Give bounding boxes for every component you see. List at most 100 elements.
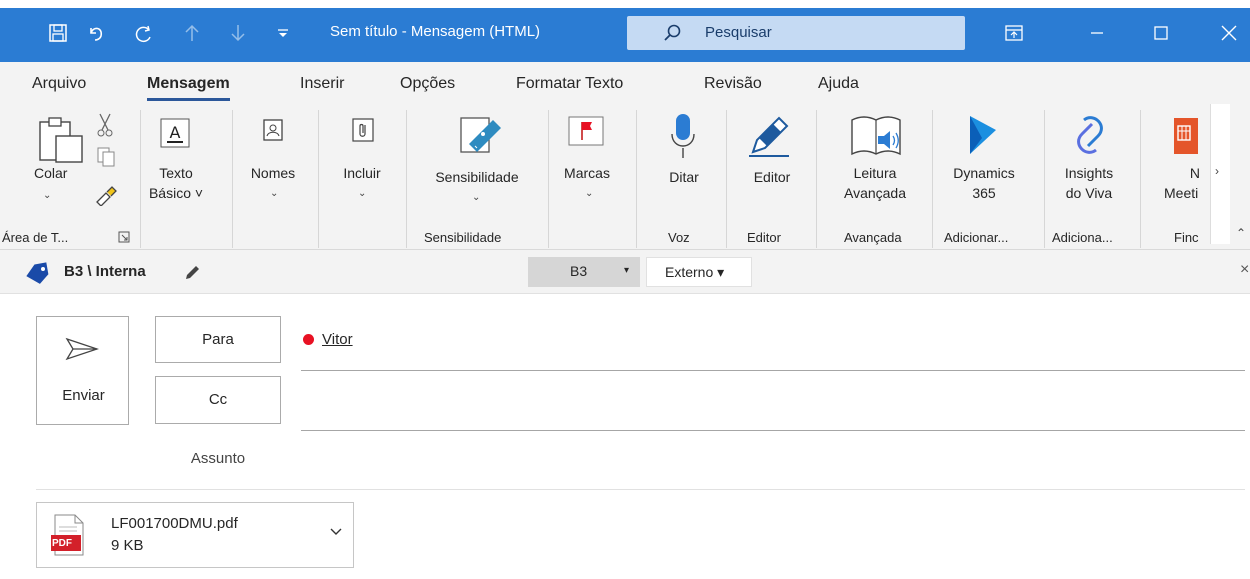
label-dropdown-b3-text: B3 xyxy=(570,263,588,279)
tags-chevron-icon[interactable]: ⌄ xyxy=(585,188,593,199)
names-chevron-icon[interactable]: ⌄ xyxy=(270,188,278,199)
save-icon[interactable] xyxy=(44,18,72,48)
include-button-label[interactable]: Incluir xyxy=(334,164,390,183)
sensitivity-button-label[interactable]: Sensibilidade xyxy=(420,168,534,187)
dynamics-label-2[interactable]: 365 xyxy=(938,184,1030,203)
cc-field-underline[interactable] xyxy=(301,430,1245,431)
ribbon-separator xyxy=(406,110,407,248)
meeting-label-1[interactable]: N xyxy=(1180,164,1200,183)
viva-insights-label-2[interactable]: do Viva xyxy=(1050,184,1128,203)
send-icon xyxy=(65,337,99,361)
cut-icon[interactable] xyxy=(96,112,114,138)
include-chevron-icon[interactable]: ⌄ xyxy=(358,188,366,199)
tags-flag-icon[interactable] xyxy=(568,116,604,146)
ribbon: Colar ⌄ Área de T... A Texto Básico ˅ No… xyxy=(0,104,1250,250)
sensitivity-bar: B3 \ Interna B3 ▾ Externo ▾ × xyxy=(0,250,1250,294)
pdf-badge-text: PDF xyxy=(52,538,72,549)
ribbon-separator xyxy=(548,110,549,248)
paste-icon[interactable] xyxy=(36,112,86,164)
chevron-right-icon: › xyxy=(1215,164,1219,178)
search-icon xyxy=(663,23,683,43)
editor-pen-icon[interactable] xyxy=(745,112,793,160)
group-find: Finc xyxy=(1174,230,1199,245)
group-sensibilidade: Sensibilidade xyxy=(424,230,502,245)
basic-text-label-2[interactable]: Básico ˅ xyxy=(145,184,207,203)
ribbon-separator xyxy=(636,110,637,248)
attachment-name: LF001700DMU.pdf xyxy=(111,515,238,532)
tab-ajuda[interactable]: Ajuda xyxy=(818,75,859,93)
meeting-label-2[interactable]: Meeti xyxy=(1164,184,1204,203)
editor-button-label[interactable]: Editor xyxy=(740,168,804,187)
send-button[interactable]: Enviar xyxy=(36,316,129,425)
ribbon-separator xyxy=(140,110,141,248)
sensitivity-chevron-icon[interactable]: ⌄ xyxy=(472,192,480,203)
ribbon-separator xyxy=(816,110,817,248)
minimize-icon[interactable] xyxy=(1082,18,1112,48)
attachment-menu-chevron-icon[interactable] xyxy=(329,527,343,537)
basic-text-label-1[interactable]: Texto xyxy=(145,164,207,183)
immersive-reader-label-1[interactable]: Leitura xyxy=(820,164,930,183)
meeting-calendar-icon[interactable] xyxy=(1172,116,1198,156)
immersive-reader-icon[interactable] xyxy=(850,114,902,158)
format-painter-icon[interactable] xyxy=(94,184,118,206)
customize-icon[interactable] xyxy=(272,18,294,48)
redo-icon[interactable] xyxy=(130,18,158,48)
search-box[interactable]: Pesquisar xyxy=(627,16,965,50)
ribbon-display-icon[interactable] xyxy=(1002,18,1026,48)
address-book-icon[interactable] xyxy=(262,118,284,142)
viva-insights-label-1[interactable]: Insights xyxy=(1050,164,1128,183)
font-color-icon[interactable]: A xyxy=(160,118,190,148)
svg-text:A: A xyxy=(170,123,181,142)
header-divider xyxy=(36,489,1245,490)
caret-down-icon: ▾ xyxy=(624,265,630,276)
label-dropdown-b3[interactable]: B3 ▾ xyxy=(528,257,640,287)
copy-icon[interactable] xyxy=(96,146,116,168)
tags-button-label[interactable]: Marcas xyxy=(560,164,614,183)
close-icon[interactable] xyxy=(1214,18,1244,48)
recipient-vitor[interactable]: Vitor xyxy=(322,331,353,348)
group-editor: Editor xyxy=(747,230,781,245)
paste-chevron-icon[interactable]: ⌄ xyxy=(43,190,51,201)
edit-pencil-icon[interactable] xyxy=(183,264,201,282)
group-adicionar-2: Adiciona... xyxy=(1052,230,1113,245)
tab-formatar-texto[interactable]: Formatar Texto xyxy=(516,75,623,93)
immersive-reader-label-2[interactable]: Avançada xyxy=(820,184,930,203)
to-label: Para xyxy=(202,331,234,348)
dictate-button-label[interactable]: Ditar xyxy=(656,168,712,187)
label-dropdown-externo[interactable]: Externo ▾ xyxy=(646,257,752,287)
down-arrow-icon[interactable] xyxy=(226,18,250,48)
paste-button-label[interactable]: Colar xyxy=(34,164,67,183)
group-adicionar-1: Adicionar... xyxy=(944,230,1009,245)
label-dropdown-externo-text: Externo ▾ xyxy=(665,264,725,280)
viva-insights-icon[interactable] xyxy=(1068,114,1112,156)
tab-opcoes[interactable]: Opções xyxy=(400,75,455,93)
attach-icon[interactable] xyxy=(352,118,374,142)
cc-button[interactable]: Cc xyxy=(155,376,281,424)
dynamics-label-1[interactable]: Dynamics xyxy=(938,164,1030,183)
close-infobar-icon[interactable]: × xyxy=(1240,261,1249,279)
cc-label: Cc xyxy=(208,391,228,408)
dynamics-365-icon[interactable] xyxy=(962,114,1002,156)
tab-mensagem[interactable]: Mensagem xyxy=(147,75,230,101)
ribbon-separator xyxy=(1044,110,1045,248)
ribbon-scroll-button[interactable]: › xyxy=(1210,104,1230,244)
tab-inserir[interactable]: Inserir xyxy=(300,75,344,93)
tab-revisao[interactable]: Revisão xyxy=(704,75,762,93)
send-label: Enviar xyxy=(62,387,105,404)
collapse-ribbon-icon[interactable]: ⌃ xyxy=(1236,226,1246,240)
undo-icon[interactable] xyxy=(82,18,110,48)
to-field-underline[interactable] xyxy=(301,370,1245,371)
subject-field[interactable] xyxy=(301,440,1245,484)
to-button[interactable]: Para xyxy=(155,316,281,363)
subject-label: Assunto xyxy=(190,450,246,467)
title-bar-top-strip xyxy=(0,0,1250,8)
sensitivity-icon[interactable] xyxy=(455,110,503,156)
attachment-card[interactable]: PDF LF001700DMU.pdf 9 KB xyxy=(36,502,354,568)
dialog-launcher-icon[interactable] xyxy=(118,231,130,243)
attachment-size: 9 KB xyxy=(111,537,144,554)
names-button-label[interactable]: Nomes xyxy=(246,164,300,183)
microphone-icon[interactable] xyxy=(668,112,698,160)
tab-arquivo[interactable]: Arquivo xyxy=(32,75,86,93)
up-arrow-icon[interactable] xyxy=(180,18,204,48)
maximize-icon[interactable] xyxy=(1146,18,1176,48)
